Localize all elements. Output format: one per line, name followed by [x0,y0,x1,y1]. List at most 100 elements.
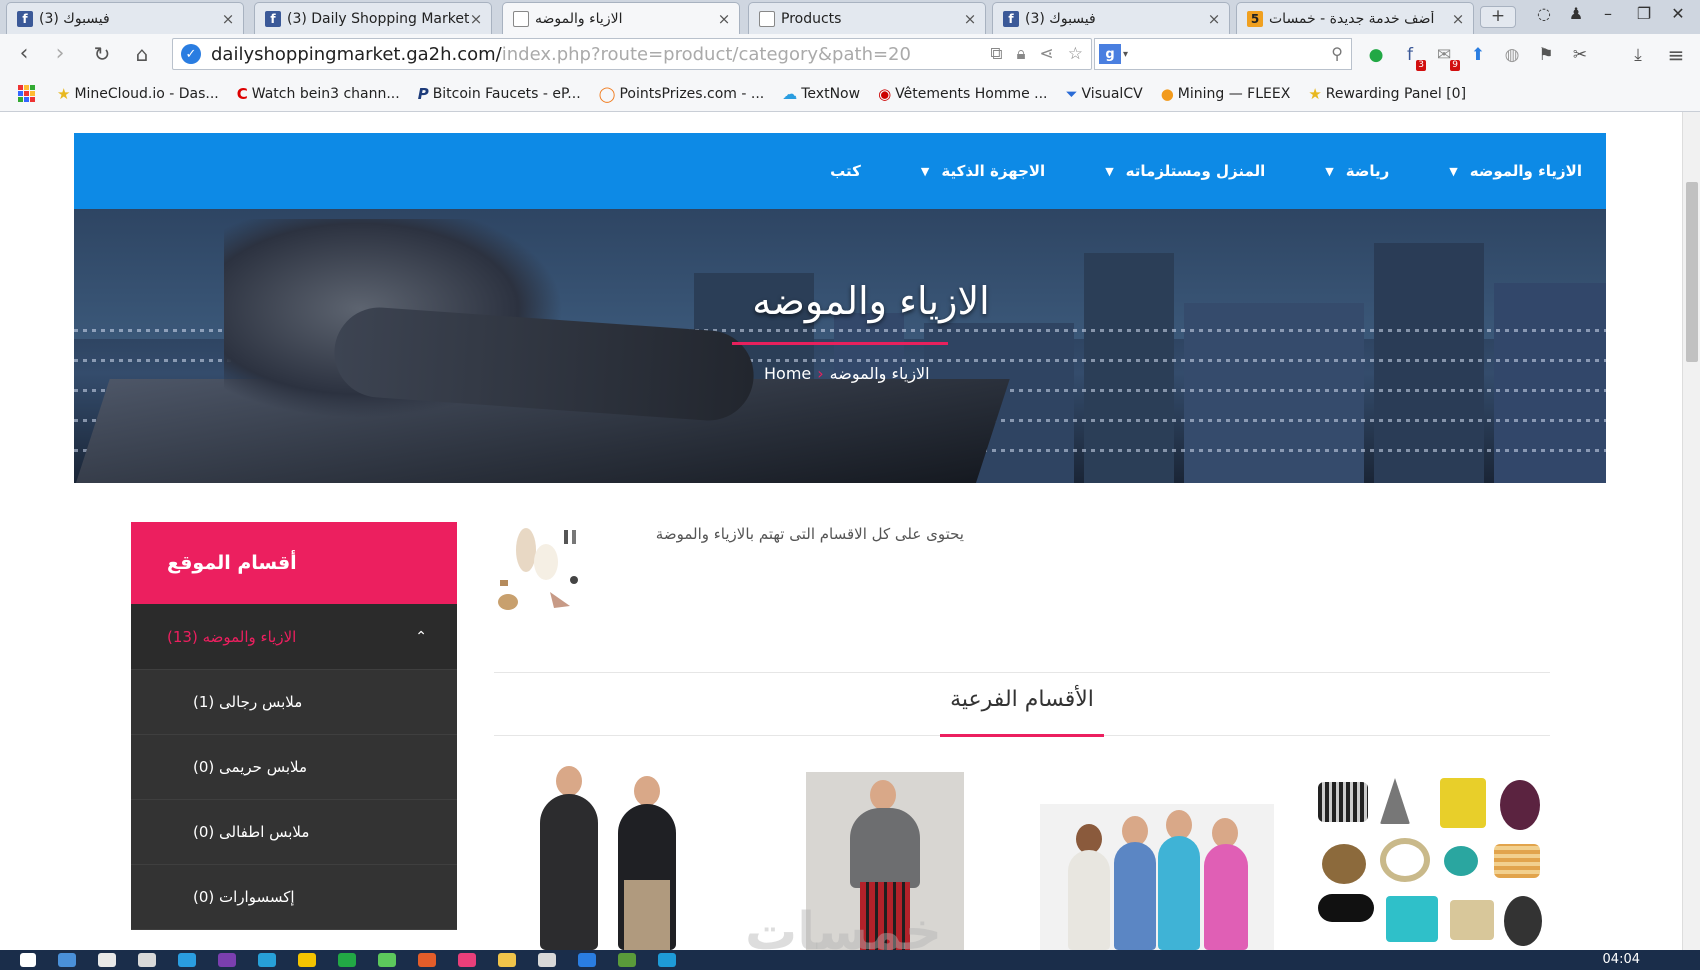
nav-item-sports[interactable]: رياضة ▼ [1325,162,1389,180]
close-icon[interactable]: × [469,10,483,28]
breadcrumb-home-link[interactable]: Home [764,364,811,383]
chrome-icon[interactable] [578,953,596,967]
tab-facebook-1[interactable]: f فيسبوك (3) × [6,2,244,34]
bookmark-item[interactable]: C Watch bein3 chann... [237,85,400,103]
subcategory-tile-men[interactable] [514,760,694,950]
subcategories-header: الأقسام الفرعية [494,672,1550,737]
breadcrumb-separator: › [817,364,824,383]
chevron-down-icon[interactable]: ▾ [1123,49,1128,60]
sidebar-item-kids[interactable]: ملابس اطفالى (0) [131,800,457,865]
upload-icon[interactable]: ⬆ [1466,43,1490,67]
subcategory-tile-accessories[interactable] [1310,772,1548,950]
whatsapp-icon[interactable]: ● [1364,43,1388,67]
scrollbar-thumb[interactable] [1686,182,1698,362]
browser-icon[interactable] [178,953,196,967]
sunglasses-icon [1318,894,1374,922]
page-scrollbar[interactable] [1682,112,1700,950]
nav-item-books[interactable]: كتب [830,162,861,180]
window-close-icon[interactable]: ✕ [1664,4,1692,23]
tab-fashion-active[interactable]: الازياء والموضه × [502,2,740,34]
close-icon[interactable]: × [221,10,235,28]
lock-icon[interactable]: 🔒︎ [1016,44,1025,64]
nav-label: المنزل ومستلزماته [1125,162,1266,180]
app-icon[interactable] [378,953,396,967]
rocket-icon[interactable]: ⚑ [1534,43,1558,67]
bookmark-item[interactable]: ★ MineCloud.io - Das... [57,85,219,103]
sidebar-item-label: الازياء والموضه (13) [167,627,297,646]
bookmark-item[interactable]: ☁ TextNow [782,85,860,103]
bookmark-item[interactable]: ◉ Vêtements Homme ... [878,85,1047,103]
profile-icon[interactable]: ♟ [1562,4,1590,23]
close-icon[interactable]: × [717,10,731,28]
close-icon[interactable]: × [1207,10,1221,28]
extension-circle-icon[interactable]: ◍ [1500,43,1524,67]
bookmark-item[interactable]: P Bitcoin Faucets - eP... [418,85,581,103]
translate-icon[interactable]: ⧉ [990,44,1002,64]
menu-icon[interactable]: ≡ [1664,43,1688,67]
sidebar-item-fashion[interactable]: الازياء والموضه (13) ⌃ [131,604,457,670]
home-icon[interactable]: ⌂ [128,41,156,69]
visual-studio-icon[interactable] [218,953,236,967]
app-icon[interactable] [498,953,516,967]
reload-icon[interactable]: ↻ [88,41,116,69]
chat-icon[interactable]: ◌ [1530,4,1558,23]
folder-icon[interactable] [138,953,156,967]
search-icon[interactable]: ⚲ [1331,44,1343,63]
tab-products[interactable]: Products × [748,2,986,34]
ring-logo-icon: ◯ [598,84,616,103]
bookmark-item[interactable]: ◯ PointsPrizes.com - ... [599,85,765,103]
address-bar[interactable]: ✓ dailyshoppingmarket.ga2h.com/ index.ph… [172,38,1092,70]
scissors-icon[interactable]: ✂ [1568,43,1592,67]
chevron-down-icon: ▼ [1105,164,1114,178]
search-box[interactable]: g ▾ ⚲ [1094,38,1352,70]
apps-icon[interactable] [18,85,35,102]
gmail-icon[interactable]: ✉ 9 [1432,43,1460,71]
nav-item-fashion[interactable]: الازياء والموضه ▼ [1449,162,1582,180]
store-icon[interactable] [98,953,116,967]
bangle-icon [1322,844,1366,884]
share-icon[interactable]: ⋖ [1040,44,1054,64]
model-figure [1114,842,1156,950]
restore-icon[interactable]: ❐ [1630,4,1658,23]
nav-item-home[interactable]: المنزل ومستلزماته ▼ [1105,162,1265,180]
app-icon[interactable] [658,953,676,967]
close-icon[interactable]: × [963,10,977,28]
app-icon[interactable] [258,953,276,967]
back-arrow-icon[interactable]: ‹ [10,41,38,69]
search-icon[interactable] [58,953,76,967]
subcategory-tile-kids[interactable] [1040,804,1274,950]
sidebar-item-men[interactable]: ملابس رجالى (1) [131,670,457,735]
sidebar-item-accessories[interactable]: إكسسوارات (0) [131,865,457,930]
bookmark-item[interactable]: ★ Rewarding Panel [0] [1308,85,1466,103]
app-icon[interactable] [338,953,356,967]
forward-arrow-icon[interactable]: › [46,41,74,69]
facebook-extension-icon[interactable]: f3 [1398,43,1426,71]
start-icon[interactable] [20,953,36,967]
app-icon[interactable] [458,953,476,967]
chevron-down-icon: ▼ [1449,164,1458,178]
minimize-icon[interactable]: – [1594,4,1622,23]
app-icon[interactable] [618,953,636,967]
download-icon[interactable]: ⤓ [1626,43,1650,67]
nav-item-smart-devices[interactable]: الاجهزة الذكية ▼ [921,162,1045,180]
tab-facebook-2[interactable]: f فيسبوك (3) × [992,2,1230,34]
tab-title: الازياء والموضه [535,10,623,27]
new-tab-button[interactable]: + [1480,6,1516,28]
sidebar-item-women[interactable]: ملابس حريمى (0) [131,735,457,800]
bookmark-item[interactable]: ● Mining — FLEEX [1161,85,1291,103]
chevron-up-icon[interactable]: ⌃ [415,629,427,645]
app-icon[interactable] [418,953,436,967]
facebook-icon: f [17,10,33,27]
bookmark-label: Watch bein3 chann... [251,85,400,102]
tab-khamsat[interactable]: 5 أضف خدمة جديدة - خمسات × [1236,2,1474,34]
nav-label: الازياء والموضه [1469,162,1582,180]
tab-daily-shopping[interactable]: f (3) Daily Shopping Market × [254,2,492,34]
app-icon[interactable] [298,953,316,967]
pendant-icon [1450,900,1494,940]
browser-toolbar: ‹ › ↻ ⌂ ✓ dailyshoppingmarket.ga2h.com/ … [0,34,1700,76]
app-icon[interactable] [538,953,556,967]
bookmark-item[interactable]: ⏷ VisualCV [1066,85,1143,103]
earring-icon [1380,778,1410,824]
bookmark-star-icon[interactable]: ☆ [1068,44,1083,64]
close-icon[interactable]: × [1451,10,1465,28]
